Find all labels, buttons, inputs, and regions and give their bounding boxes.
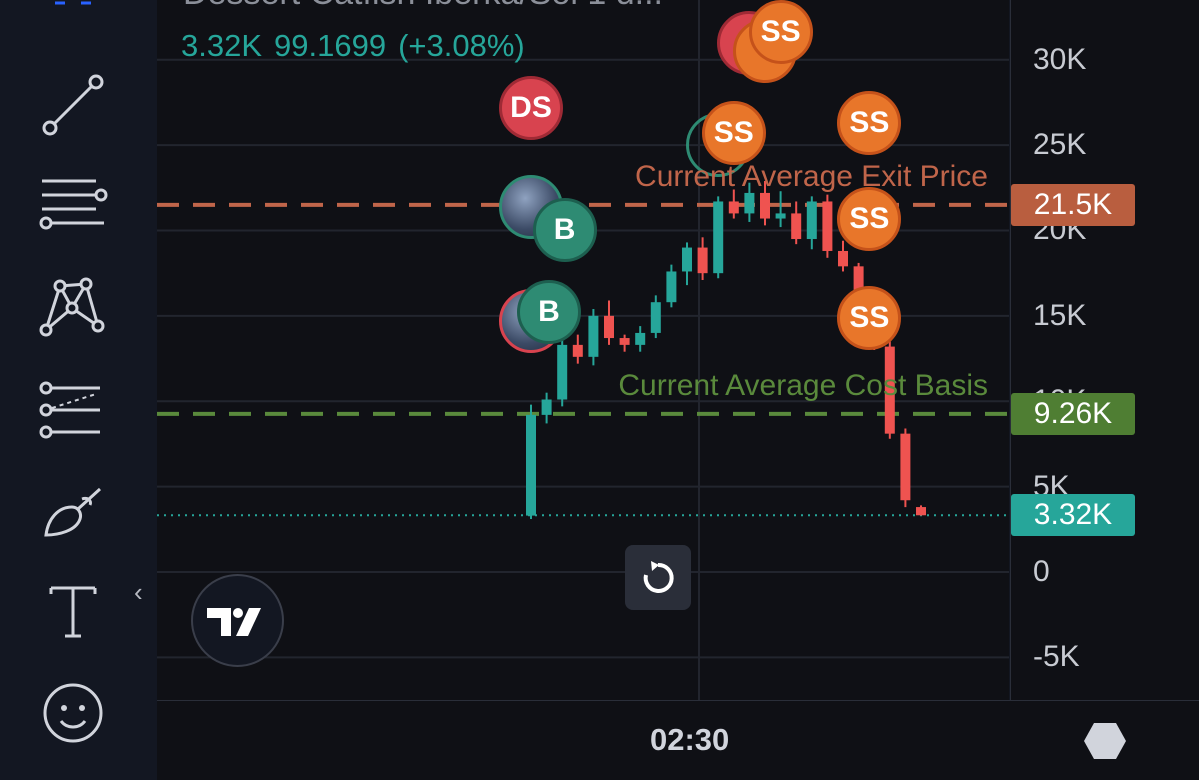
collapse-toolbar-chevron[interactable]: ‹ <box>134 577 143 608</box>
reset-icon <box>643 560 674 593</box>
candle-body <box>666 271 677 303</box>
candle-body <box>900 433 911 501</box>
text-icon[interactable] <box>30 575 116 645</box>
price-line-label: Current Average Exit Price <box>635 159 988 193</box>
buy-marker[interactable]: B <box>517 280 581 345</box>
forecast-icon[interactable] <box>30 375 116 445</box>
candle-body <box>541 399 552 415</box>
candle-body <box>557 344 568 400</box>
sell-marker[interactable]: SS <box>748 0 813 65</box>
tradingview-logo[interactable] <box>191 574 284 667</box>
sell-marker[interactable]: SS <box>837 285 902 350</box>
candle-body <box>728 201 739 214</box>
candle-body <box>697 247 708 274</box>
sell-marker[interactable]: SS <box>837 186 902 251</box>
candle-body <box>916 507 926 516</box>
candle-body <box>744 192 755 214</box>
dev-sell-marker[interactable]: DS <box>499 75 563 140</box>
candle-body <box>760 192 770 219</box>
y-tick-label: 25K <box>1033 128 1087 162</box>
y-tick-label: -5K <box>1033 640 1080 674</box>
candle-body <box>526 414 536 516</box>
candle-body <box>713 201 724 274</box>
candle-body <box>619 338 630 345</box>
crosshair-icon[interactable] <box>30 0 116 40</box>
price-value: 99.1699 <box>274 28 387 63</box>
change-value: (+3.08%) <box>398 28 525 63</box>
brush-icon[interactable] <box>30 478 116 548</box>
y-tick-label: 30K <box>1033 42 1087 76</box>
sell-marker[interactable]: SS <box>837 90 902 155</box>
candle-body <box>572 344 583 357</box>
time-axis-label: 02:30 <box>650 722 730 757</box>
candle-body <box>682 247 692 272</box>
trend-line-icon[interactable] <box>30 70 116 140</box>
y-tick-label: 0 <box>1033 554 1050 588</box>
settings-hexagon-icon[interactable] <box>1083 721 1127 766</box>
ticker-title: Dessert Catfish Iberka/Sol 1 d... <box>183 0 663 13</box>
price-line-tag: 21.5K <box>1011 183 1135 226</box>
candle-body <box>806 201 817 240</box>
pattern-icon[interactable] <box>30 273 116 343</box>
y-tick-label: 15K <box>1033 298 1087 332</box>
reset-chart-button[interactable] <box>625 545 691 610</box>
candle-body <box>635 332 646 345</box>
buy-marker[interactable]: B <box>532 198 597 263</box>
price-axis[interactable]: 30K25K20K15K10K5K0-5K21.5K9.26K3.32K <box>1010 0 1199 700</box>
candle-body <box>650 302 661 333</box>
candle-body <box>775 213 786 219</box>
volume-value: 3.32K <box>181 28 263 63</box>
candle-body <box>822 201 833 251</box>
candle-body <box>791 213 802 240</box>
candle-body <box>588 315 599 357</box>
fib-levels-icon[interactable] <box>30 168 116 238</box>
drawing-toolbar <box>0 0 146 780</box>
candle-body <box>838 250 848 267</box>
ticker-info: 3.32K 99.1699 (+3.08%) <box>181 28 537 64</box>
candle-body <box>604 315 614 339</box>
last-price-tag: 3.32K <box>1011 494 1135 537</box>
emoji-icon[interactable] <box>30 678 116 748</box>
sell-marker[interactable]: SS <box>701 101 766 166</box>
price-line-tag: 9.26K <box>1011 392 1135 435</box>
price-line-label: Current Average Cost Basis <box>618 368 988 402</box>
